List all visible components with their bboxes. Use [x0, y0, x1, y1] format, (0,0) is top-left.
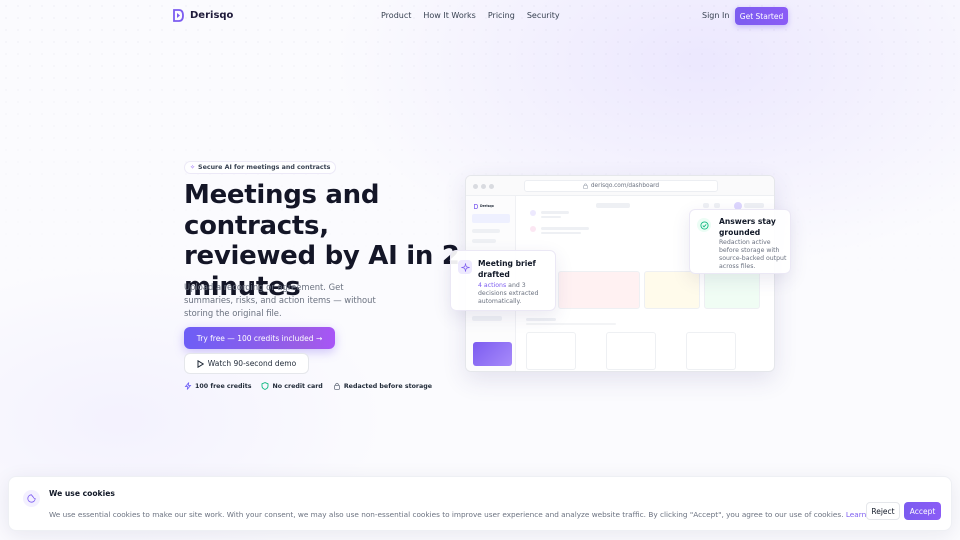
shield-icon: [262, 382, 269, 390]
card-description: 4 actions and 3 decisions extracted auto…: [478, 282, 552, 306]
cookie-title: We use cookies: [49, 489, 115, 498]
mock-icon: [714, 203, 720, 208]
sparkle-icon: ✧: [190, 164, 196, 171]
accept-button[interactable]: Accept: [904, 502, 941, 520]
logo-icon: [474, 204, 478, 209]
mock-promo-card: [473, 342, 512, 366]
sparkle-icon: [458, 260, 472, 274]
mock-nav-item: [472, 214, 510, 223]
mock-row-line: [541, 232, 581, 234]
nav-link-pricing[interactable]: Pricing: [488, 11, 515, 20]
answers-grounded-card: Answers stay grounded Redaction active b…: [689, 209, 791, 274]
mock-stat-card: [558, 271, 640, 309]
url-bar: derisqo.com/dashboard: [524, 180, 718, 192]
feature-label: Redacted before storage: [343, 382, 433, 390]
check-circle-icon: [697, 218, 711, 232]
cookie-text-body: We use essential cookies to make our sit…: [49, 510, 844, 519]
card-highlight: 4 actions: [478, 282, 507, 289]
browser-toolbar: derisqo.com/dashboard: [466, 176, 774, 196]
nav-link-product[interactable]: Product: [381, 11, 411, 20]
mock-app-name: Derisqo: [480, 204, 494, 208]
nav-link-security[interactable]: Security: [527, 11, 560, 20]
card-title: Meeting brief drafted: [478, 259, 536, 279]
mock-nav-item: [472, 229, 500, 233]
mock-row-line: [541, 216, 561, 218]
hero-badge-text: Secure AI for meetings and contracts: [198, 164, 331, 171]
watch-demo-label: Watch 90-second demo: [207, 359, 297, 368]
brand[interactable]: Derisqo: [173, 9, 233, 22]
meeting-brief-card: Meeting brief drafted 4 actions and 3 de…: [450, 250, 556, 311]
cookie-banner: We use cookies We use essential cookies …: [8, 476, 952, 531]
feature-free-credits: 100 free credits: [184, 382, 251, 390]
mock-row-line: [541, 227, 589, 230]
mock-section-subtitle: [526, 323, 616, 325]
mock-row-icon: [530, 226, 536, 232]
window-dot-icon: [481, 184, 486, 189]
feature-redacted: Redacted before storage: [333, 382, 432, 390]
mock-search: [596, 203, 630, 208]
feature-list: 100 free credits No credit card Redacted…: [184, 382, 432, 390]
mock-stat-card: [704, 271, 760, 309]
hero-subtitle: Upload a recording or agreement. Get sum…: [184, 282, 376, 318]
feature-no-credit-card: No credit card: [261, 382, 323, 390]
play-icon: [197, 359, 204, 368]
bolt-icon: [184, 382, 192, 390]
feature-label: No credit card: [272, 382, 323, 390]
watch-demo-button[interactable]: Watch 90-second demo: [184, 353, 309, 374]
mock-nav-item: [472, 239, 496, 243]
card-description: Redaction active before storage with sou…: [719, 239, 787, 270]
logo-icon: [173, 9, 184, 22]
try-free-button[interactable]: Try free — 100 credits included →: [184, 327, 335, 349]
feature-label: 100 free credits: [195, 382, 252, 390]
window-dot-icon: [489, 184, 494, 189]
url-text: derisqo.com/dashboard: [590, 183, 660, 189]
lock-icon: [583, 183, 588, 189]
nav-link-how-it-works[interactable]: How It Works: [423, 11, 475, 20]
mock-row-icon: [530, 210, 536, 216]
window-dot-icon: [473, 184, 478, 189]
mock-board-column: [686, 332, 736, 370]
get-started-button[interactable]: Get Started: [735, 7, 788, 25]
nav-links: Product How It Works Pricing Security: [381, 11, 572, 20]
top-nav: Derisqo Product How It Works Pricing Sec…: [0, 0, 960, 32]
mock-board-column: [606, 332, 656, 370]
cookie-text: We use essential cookies to make our sit…: [49, 510, 887, 519]
hero-badge: ✧ Secure AI for meetings and contracts: [184, 161, 337, 174]
brand-name: Derisqo: [190, 10, 234, 21]
reject-button[interactable]: Reject: [866, 502, 900, 520]
mock-board-column: [526, 332, 576, 370]
mock-icon: [703, 203, 709, 208]
mock-nav-item: [472, 316, 502, 321]
mock-stat-card: [644, 271, 700, 309]
lock-icon: [333, 382, 340, 390]
mock-user: [744, 203, 764, 208]
card-title: Answers stay grounded: [719, 217, 776, 237]
mock-section-title: [526, 318, 556, 321]
cookie-icon: [23, 490, 40, 507]
sign-in-link[interactable]: Sign In: [702, 11, 729, 20]
mock-row-line: [541, 211, 569, 214]
